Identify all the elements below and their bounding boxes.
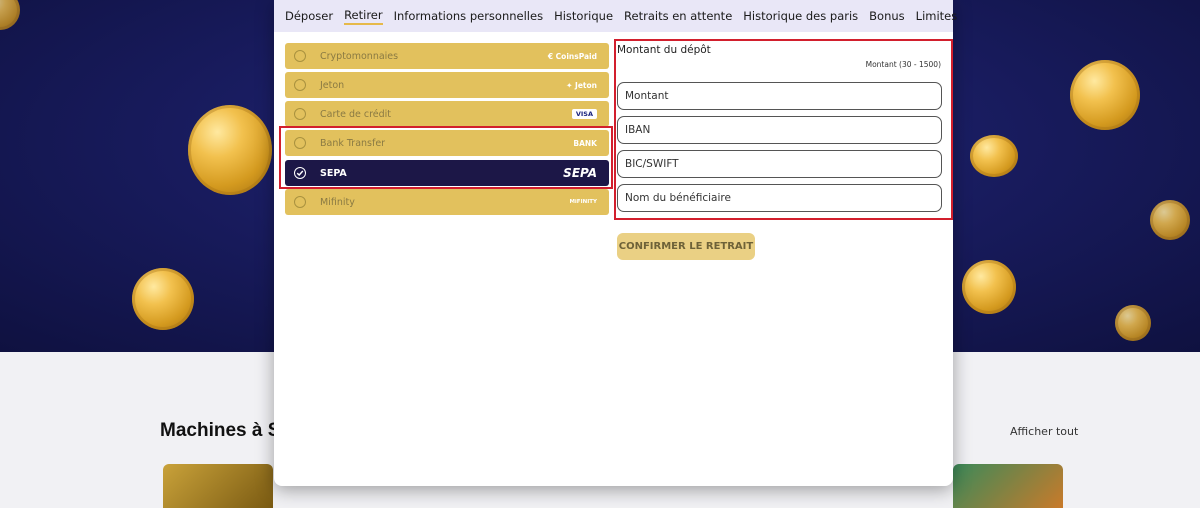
tab-bonus[interactable]: Bonus: [869, 9, 905, 23]
method-mifinity[interactable]: Mifinity MiFINITY: [285, 189, 609, 215]
coin-decoration: [1150, 200, 1190, 240]
tab-withdraw[interactable]: Retirer: [344, 8, 383, 25]
coinspaid-logo: € CoinsPaid: [547, 51, 597, 61]
cashier-modal: Déposer Retirer Informations personnelle…: [274, 0, 957, 486]
tab-deposit[interactable]: Déposer: [285, 9, 333, 23]
method-jeton[interactable]: Jeton ✦ Jeton: [285, 72, 609, 98]
jeton-logo: ✦ Jeton: [566, 80, 597, 90]
beneficiary-name-input[interactable]: [617, 184, 942, 212]
method-crypto[interactable]: Cryptomonnaies € CoinsPaid: [285, 43, 609, 69]
method-label: Bank Transfer: [320, 137, 386, 149]
coin-decoration: [188, 105, 272, 195]
see-all-link[interactable]: Afficher tout: [1010, 425, 1078, 438]
method-label: SEPA: [320, 167, 347, 179]
game-thumbnail[interactable]: [953, 464, 1063, 508]
radio-icon: [294, 79, 306, 91]
section-title: Machines à S: [160, 420, 281, 441]
method-bank-transfer[interactable]: Bank Transfer BANK: [285, 130, 609, 156]
tab-personal-info[interactable]: Informations personnelles: [394, 9, 543, 23]
method-label: Cryptomonnaies: [320, 50, 399, 62]
coin-decoration: [962, 260, 1016, 314]
game-thumbnail[interactable]: [163, 464, 273, 508]
amount-input[interactable]: [617, 82, 942, 110]
coin-decoration: [1115, 305, 1151, 341]
iban-input[interactable]: [617, 116, 942, 144]
cashier-tabs: Déposer Retirer Informations personnelle…: [274, 0, 957, 32]
visa-logo: VISA: [571, 109, 597, 119]
coin-decoration: [132, 268, 194, 330]
coin-decoration: [970, 135, 1018, 177]
amount-title: Montant du dépôt: [617, 44, 711, 56]
tab-limits[interactable]: Limites: [916, 9, 958, 23]
tab-pending-withdrawals[interactable]: Retraits en attente: [624, 9, 732, 23]
bic-swift-input[interactable]: [617, 150, 942, 178]
mifinity-logo: MiFINITY: [569, 199, 597, 205]
sepa-logo: SEPA: [563, 166, 597, 180]
radio-icon: [294, 108, 306, 120]
radio-icon: [294, 137, 306, 149]
confirm-withdrawal-button[interactable]: CONFIRMER LE RETRAIT: [617, 233, 755, 260]
method-sepa[interactable]: SEPA SEPA: [285, 160, 609, 186]
radio-icon: [294, 196, 306, 208]
tab-bet-history[interactable]: Historique des paris: [743, 9, 858, 23]
method-credit-card[interactable]: Carte de crédit VISA: [285, 101, 609, 127]
bank-logo: BANK: [573, 138, 597, 148]
method-label: Carte de crédit: [320, 108, 392, 120]
coin-decoration: [0, 0, 20, 30]
tab-history[interactable]: Historique: [554, 9, 613, 23]
method-label: Jeton: [320, 79, 345, 91]
radio-icon: [294, 50, 306, 62]
amount-range: Montant (30 - 1500): [865, 60, 941, 69]
check-circle-icon: [294, 167, 306, 179]
method-label: Mifinity: [320, 196, 355, 208]
coin-decoration: [1070, 60, 1140, 130]
